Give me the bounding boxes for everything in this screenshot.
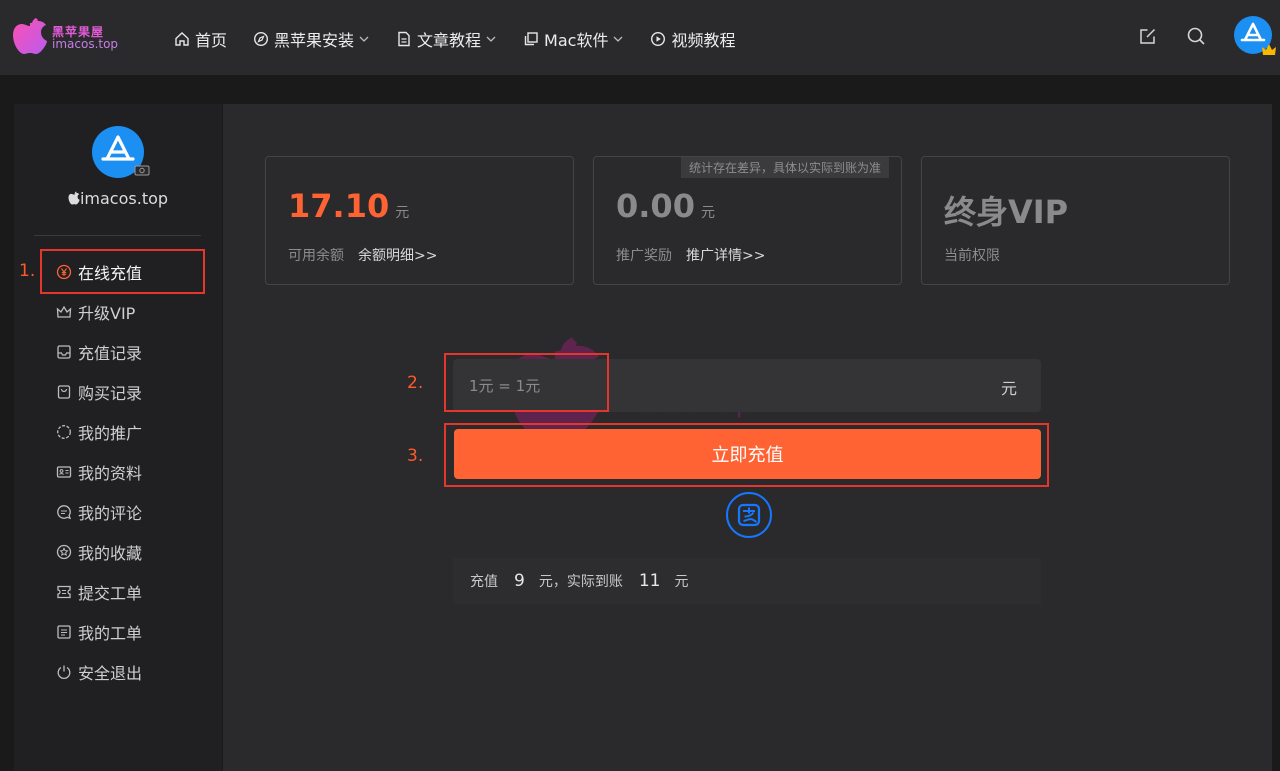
sidebar-item-label: 充值记录 xyxy=(78,344,143,363)
vip-card: 终身VIP 当前权限 xyxy=(921,156,1230,285)
user-avatar[interactable] xyxy=(1234,16,1276,55)
nav-item-home[interactable]: 首页 xyxy=(174,27,227,51)
recharge-bonus-info: 充值 9 元，实际到账 11 元 xyxy=(453,558,1041,604)
sidebar-item-my-promotion[interactable]: 我的推广 xyxy=(14,412,222,452)
sidebar-item-my-profile[interactable]: 我的资料 xyxy=(14,452,222,492)
referral-value: 0.00 xyxy=(616,187,695,225)
top-navbar: 黑苹果屋 imacos.top 首页 黑苹果安装 文章教程 Mac软件 视频教程 xyxy=(0,0,1280,75)
step-1-number: 1. xyxy=(19,261,36,281)
nav-label: Mac软件 xyxy=(544,31,609,50)
sidebar-item-label: 我的推广 xyxy=(78,424,143,443)
sidebar-item-label: 我的工单 xyxy=(78,624,143,643)
sidebar-item-logout[interactable]: 安全退出 xyxy=(14,652,222,692)
sidebar-username: imacos.top xyxy=(14,189,222,208)
bonus-pay-amount: 9 xyxy=(514,571,525,591)
balance-value-row: 17.10 元 xyxy=(288,187,409,225)
bonus-middle-text: 元，实际到账 xyxy=(538,574,623,590)
vip-value: 终身VIP xyxy=(944,193,1069,231)
nav-item-mac-software[interactable]: Mac软件 xyxy=(523,27,624,51)
sidebar-item-my-tickets[interactable]: 我的工单 xyxy=(14,612,222,652)
nav-label: 文章教程 xyxy=(417,31,482,50)
sidebar-item-recharge-records[interactable]: 充值记录 xyxy=(14,332,222,372)
referral-label-row: 推广奖励 推广详情>> xyxy=(616,245,765,265)
search-icon[interactable] xyxy=(1186,26,1206,46)
referral-card: 统计存在差异，具体以实际到账为准 0.00 元 推广奖励 推广详情>> xyxy=(593,156,902,285)
nav-item-video-tutorials[interactable]: 视频教程 xyxy=(650,27,735,51)
bonus-receive-amount: 11 xyxy=(638,571,661,591)
inbox-icon xyxy=(57,345,71,359)
sidebar-item-label: 我的资料 xyxy=(78,464,143,483)
sidebar-item-label: 升级VIP xyxy=(78,304,136,323)
referral-unit: 元 xyxy=(700,205,715,221)
alipay-option[interactable] xyxy=(726,492,772,538)
id-card-icon xyxy=(56,466,72,478)
edit-icon[interactable] xyxy=(1138,26,1158,46)
sidebar-item-purchase-records[interactable]: 购买记录 xyxy=(14,372,222,412)
sidebar-item-label: 我的评论 xyxy=(78,504,143,523)
logo-text-en: imacos.top xyxy=(52,37,119,51)
compass-icon xyxy=(254,31,269,47)
step-3-number: 3. xyxy=(407,446,424,466)
sidebar-item-label: 安全退出 xyxy=(78,664,143,683)
balance-details-link[interactable]: 余额明细>> xyxy=(358,248,437,264)
referral-label: 推广奖励 xyxy=(616,248,672,264)
nav-label: 黑苹果安装 xyxy=(274,31,355,50)
copy-icon xyxy=(524,32,538,46)
balance-label: 可用余额 xyxy=(288,248,344,264)
chevron-down-icon xyxy=(359,36,369,42)
referral-tip: 统计存在差异，具体以实际到账为准 xyxy=(680,157,889,178)
vip-label: 当前权限 xyxy=(944,248,1000,264)
sidebar-item-upgrade-vip[interactable]: 升级VIP xyxy=(14,292,222,332)
balance-card: 17.10 元 可用余额 余额明细>> xyxy=(265,156,574,285)
nav-label: 首页 xyxy=(195,31,228,50)
balance-unit: 元 xyxy=(395,205,410,221)
chevron-down-icon xyxy=(486,36,496,42)
main-nav: 首页 黑苹果安装 文章教程 Mac软件 视频教程 xyxy=(174,27,761,51)
referral-details-link[interactable]: 推广详情>> xyxy=(686,248,765,264)
sidebar-avatar[interactable] xyxy=(92,126,150,178)
star-circle-icon xyxy=(56,544,72,560)
apple-icon xyxy=(68,191,80,205)
sidebar-divider xyxy=(34,235,201,236)
vip-crown-icon xyxy=(1262,44,1276,55)
sidebar-item-label: 我的收藏 xyxy=(78,544,143,563)
site-logo[interactable]: 黑苹果屋 imacos.top xyxy=(12,14,122,62)
crown-icon xyxy=(56,305,72,318)
referral-value-row: 0.00 元 xyxy=(616,187,715,225)
comment-icon xyxy=(57,505,72,520)
sidebar-menu: 在线充值 升级VIP 充值记录 购买记录 我的推广 我的资料 我的评论 我的收藏… xyxy=(14,252,222,692)
share-circle-icon xyxy=(57,425,71,439)
ticket-icon xyxy=(57,585,71,599)
sidebar-item-label: 购买记录 xyxy=(78,384,143,403)
play-circle-icon xyxy=(651,31,666,47)
home-icon xyxy=(175,32,189,46)
chevron-down-icon xyxy=(614,36,623,42)
step-2-highlight-box xyxy=(444,353,609,412)
nav-item-hackintosh-install[interactable]: 黑苹果安装 xyxy=(253,27,370,51)
balance-label-row: 可用余额 余额明细>> xyxy=(288,245,437,265)
document-icon xyxy=(398,31,410,47)
sidebar-item-label: 提交工单 xyxy=(78,584,143,603)
sidebar-item-my-comments[interactable]: 我的评论 xyxy=(14,492,222,532)
sidebar-item-my-favorites[interactable]: 我的收藏 xyxy=(14,532,222,572)
sidebar-item-submit-ticket[interactable]: 提交工单 xyxy=(14,572,222,612)
user-sidebar: imacos.top 在线充值 升级VIP 充值记录 购买记录 我的推广 我的资… xyxy=(14,104,222,771)
bonus-suffix: 元 xyxy=(674,574,689,590)
username-text: imacos.top xyxy=(79,189,169,208)
bonus-prefix: 充值 xyxy=(470,574,498,590)
ticket-list-icon xyxy=(57,625,71,639)
camera-icon[interactable] xyxy=(134,164,150,176)
step-2-number: 2. xyxy=(407,373,424,393)
step-3-highlight-box xyxy=(444,423,1049,487)
apple-logo-icon xyxy=(13,18,47,54)
alipay-icon xyxy=(737,503,761,527)
power-icon xyxy=(57,665,71,680)
balance-value: 17.10 xyxy=(288,187,390,225)
step-1-highlight-box xyxy=(40,249,205,294)
nav-item-articles[interactable]: 文章教程 xyxy=(396,27,497,51)
shopping-bag-icon xyxy=(57,385,71,399)
amount-unit: 元 xyxy=(1000,379,1017,398)
nav-label: 视频教程 xyxy=(671,31,736,50)
